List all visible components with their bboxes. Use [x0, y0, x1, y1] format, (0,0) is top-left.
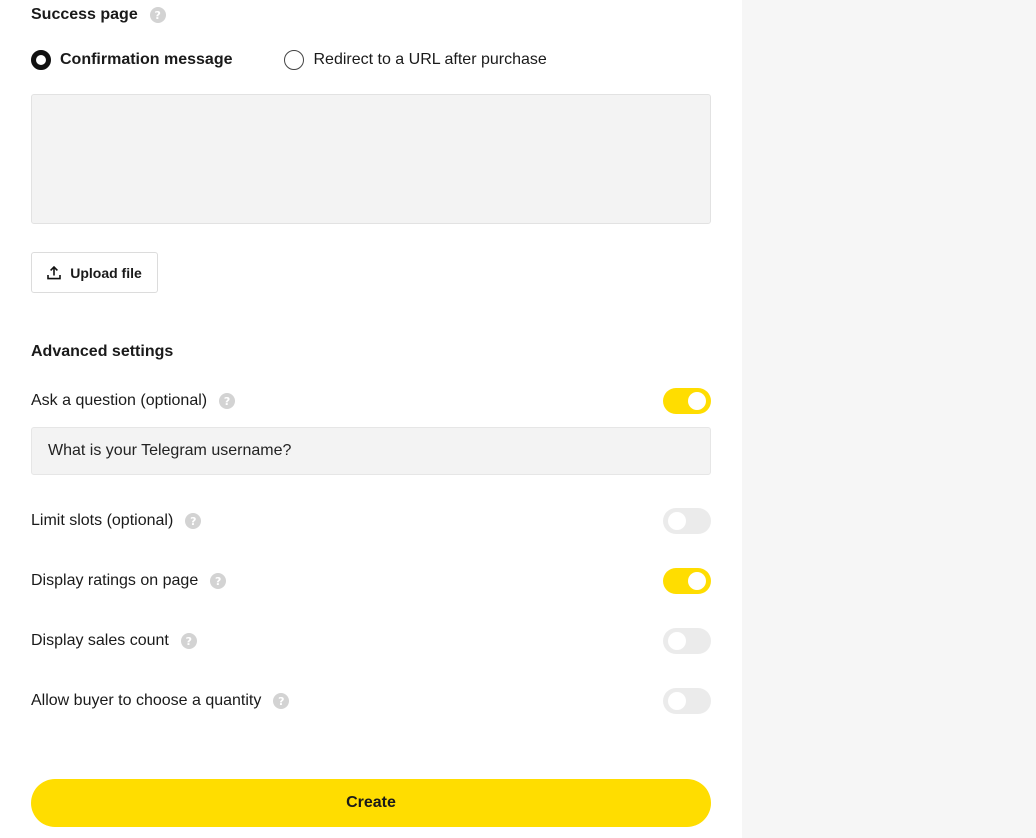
upload-file-label: Upload file: [70, 264, 142, 281]
toggle-knob: [668, 692, 686, 710]
toggle-knob: [688, 392, 706, 410]
confirmation-message-editor[interactable]: [31, 94, 711, 224]
upload-icon: [47, 265, 62, 280]
advanced-settings-title: Advanced settings: [31, 343, 174, 360]
radio-confirmation-message[interactable]: Confirmation message: [31, 50, 232, 70]
success-page-options: Confirmation message Redirect to a URL a…: [31, 48, 547, 72]
help-icon[interactable]: ?: [180, 633, 197, 649]
ask-question-label: Ask a question (optional): [31, 392, 208, 409]
setting-label: Display ratings on page ?: [31, 572, 227, 590]
radio-unchecked-icon: [284, 50, 305, 70]
preview-panel: [742, 0, 1036, 838]
setting-label: Display sales count ?: [31, 632, 197, 650]
help-icon[interactable]: ?: [185, 513, 202, 529]
create-button[interactable]: Create: [31, 779, 711, 827]
page: Success page ? Confirmation message Redi…: [0, 0, 1036, 838]
setting-display-sales: Display sales count ?: [31, 627, 711, 655]
setting-limit-slots: Limit slots (optional) ?: [31, 507, 711, 535]
toggle-knob: [668, 632, 686, 650]
radio-label: Confirmation message: [60, 51, 233, 68]
setting-label: Limit slots (optional) ?: [31, 512, 202, 530]
display-sales-label: Display sales count: [31, 632, 169, 649]
radio-checked-icon: [31, 50, 51, 70]
advanced-settings-heading: Advanced settings: [31, 342, 173, 362]
help-icon[interactable]: ?: [149, 7, 166, 23]
toggle-knob: [688, 572, 706, 590]
setting-label: Allow buyer to choose a quantity ?: [31, 692, 290, 710]
success-page-heading: Success page ?: [31, 5, 166, 25]
setting-choose-quantity: Allow buyer to choose a quantity ?: [31, 687, 711, 715]
help-icon[interactable]: ?: [273, 693, 290, 709]
limit-slots-toggle[interactable]: [663, 508, 711, 534]
ask-question-toggle[interactable]: [663, 388, 711, 414]
radio-redirect-url[interactable]: Redirect to a URL after purchase: [284, 50, 547, 70]
form-panel: Success page ? Confirmation message Redi…: [0, 0, 742, 838]
display-ratings-label: Display ratings on page: [31, 572, 199, 589]
help-icon[interactable]: ?: [210, 573, 227, 589]
choose-quantity-toggle[interactable]: [663, 688, 711, 714]
help-icon[interactable]: ?: [219, 393, 236, 409]
setting-label: Ask a question (optional) ?: [31, 392, 236, 410]
success-page-title: Success page: [31, 6, 138, 23]
limit-slots-label: Limit slots (optional): [31, 512, 174, 529]
question-input[interactable]: [31, 427, 711, 475]
toggle-knob: [668, 512, 686, 530]
choose-quantity-label: Allow buyer to choose a quantity: [31, 692, 262, 709]
display-sales-toggle[interactable]: [663, 628, 711, 654]
radio-label: Redirect to a URL after purchase: [313, 51, 547, 68]
display-ratings-toggle[interactable]: [663, 568, 711, 594]
setting-display-ratings: Display ratings on page ?: [31, 567, 711, 595]
setting-ask-question: Ask a question (optional) ?: [31, 387, 711, 415]
upload-file-button[interactable]: Upload file: [31, 252, 158, 293]
